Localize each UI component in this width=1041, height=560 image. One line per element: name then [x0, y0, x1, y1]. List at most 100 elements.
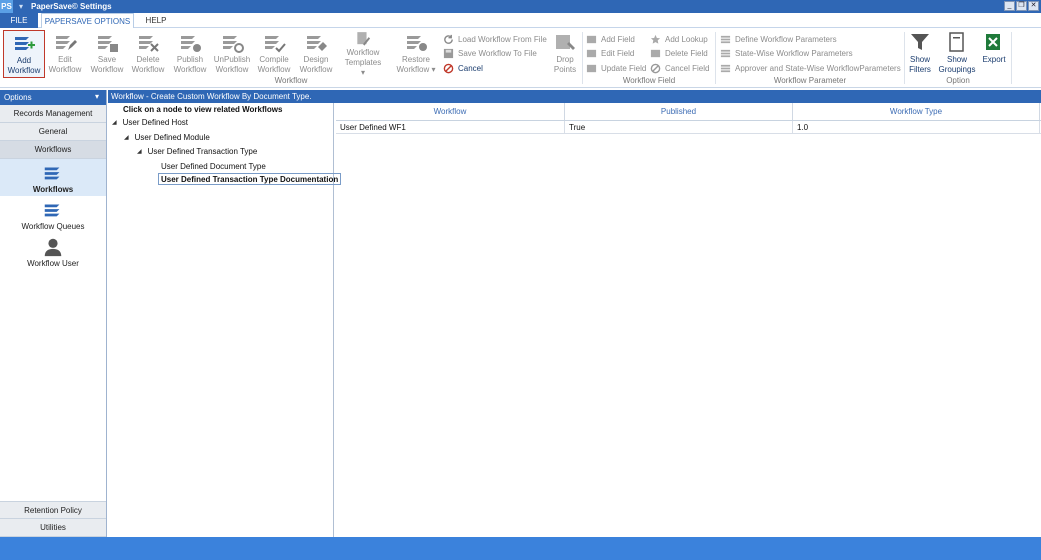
- nav-utilities[interactable]: Utilities: [0, 519, 106, 537]
- tree-node-module[interactable]: ◢ User Defined Module: [124, 131, 210, 143]
- nav-workflows[interactable]: Workflows: [0, 141, 106, 159]
- delete-workflow-button[interactable]: Delete Workflow: [127, 30, 169, 78]
- drop-points-button[interactable]: Drop Points: [544, 30, 586, 78]
- options-header: Options ▾: [0, 90, 106, 105]
- tree-hint: Click on a node to view related Workflow…: [123, 105, 283, 114]
- restore-button[interactable]: ❐: [1016, 1, 1027, 11]
- tree-node-transaction-type-documentation[interactable]: User Defined Transaction Type Documentat…: [158, 173, 342, 185]
- update-field-icon: [586, 64, 597, 72]
- define-workflow-parameters-button[interactable]: Define Workflow Parameters: [720, 32, 837, 46]
- menu-bar: FILE PAPERSAVE OPTIONS HELP: [0, 13, 1041, 29]
- unpublish-workflow-icon: [223, 36, 244, 53]
- add-workflow-button[interactable]: Add Workflow: [3, 30, 45, 78]
- add-workflow-icon: [15, 37, 35, 50]
- expand-arrow-icon[interactable]: ◢: [137, 148, 142, 155]
- document-type-tree: Click on a node to view related Workflow…: [108, 103, 342, 537]
- update-field-button[interactable]: Update Field: [586, 61, 646, 75]
- tab-help[interactable]: HELP: [137, 13, 175, 28]
- design-workflow-button[interactable]: Design Workflow: [295, 30, 337, 78]
- close-button[interactable]: ✕: [1028, 1, 1039, 11]
- add-lookup-button[interactable]: Add Lookup: [650, 32, 708, 46]
- publish-workflow-icon: [181, 36, 201, 52]
- cancel-field-button[interactable]: Cancel Field: [650, 61, 709, 75]
- cell-published[interactable]: True: [565, 121, 793, 133]
- save-workflow-icon: [98, 36, 118, 52]
- ribbon: Add Workflow Edit Workflow Save Workflow De…: [0, 28, 1041, 88]
- nav-general[interactable]: General: [0, 123, 106, 141]
- tab-papersave-options[interactable]: PAPERSAVE OPTIONS: [41, 13, 134, 29]
- show-groupings-button[interactable]: Show Groupings: [936, 30, 978, 78]
- filter-icon: [911, 34, 929, 50]
- tree-node-document-type[interactable]: User Defined Document Type: [161, 160, 266, 172]
- nav-records-management[interactable]: Records Management: [0, 105, 106, 123]
- table-row[interactable]: User Defined WF1 True 1.0: [336, 121, 1041, 134]
- pin-icon[interactable]: ▾: [95, 92, 99, 101]
- parameters-icon: [720, 49, 731, 57]
- show-filters-button[interactable]: Show Filters: [899, 30, 941, 78]
- drop-points-icon: [556, 35, 575, 50]
- delete-workflow-icon: [139, 36, 159, 52]
- compile-workflow-icon: [265, 36, 286, 53]
- edit-workflow-icon: [56, 36, 77, 50]
- cancel-icon: [650, 63, 661, 73]
- save-workflow-to-file-button[interactable]: Save Workflow To File: [443, 46, 537, 60]
- content-header: Workflow - Create Custom Workflow By Doc…: [108, 90, 1041, 103]
- refresh-icon: [444, 34, 453, 44]
- restore-workflow-icon: [407, 36, 427, 51]
- workflow-grid: Workflow Published Workflow Type User De…: [336, 103, 1041, 134]
- excel-export-icon: [986, 34, 1000, 50]
- add-field-icon: [586, 35, 597, 43]
- window-title: PaperSave© Settings: [31, 2, 112, 11]
- minimize-button[interactable]: _: [1004, 1, 1015, 11]
- edit-field-icon: [586, 49, 597, 57]
- column-header-workflow[interactable]: Workflow: [336, 103, 565, 120]
- unpublish-workflow-button[interactable]: UnPublish Workflow: [211, 30, 253, 78]
- edit-field-button[interactable]: Edit Field: [586, 46, 634, 60]
- restore-workflow-button[interactable]: Restore Workflow ▾: [395, 30, 437, 78]
- nav-retention-policy[interactable]: Retention Policy: [0, 501, 106, 519]
- compile-workflow-button[interactable]: Compile Workflow: [253, 30, 295, 78]
- group-separator: [1011, 32, 1012, 84]
- groupings-icon: [949, 32, 964, 52]
- delete-field-button[interactable]: Delete Field: [650, 46, 708, 60]
- column-header-published[interactable]: Published: [565, 103, 793, 120]
- app-icon: PS: [0, 0, 13, 13]
- cancel-icon: [443, 63, 454, 73]
- delete-field-icon: [650, 49, 661, 57]
- workflow-parameter-group-label: Workflow Parameter: [773, 76, 847, 85]
- cancel-button[interactable]: Cancel: [443, 61, 483, 75]
- workflow-queues-icon: [44, 204, 60, 217]
- tree-node-transaction-type[interactable]: ◢ User Defined Transaction Type: [137, 145, 257, 157]
- parameters-icon: [720, 64, 731, 72]
- add-field-button[interactable]: Add Field: [586, 32, 635, 46]
- parameters-icon: [720, 35, 731, 43]
- cell-workflow-type[interactable]: 1.0: [793, 121, 1040, 133]
- workflows-icon: [44, 167, 60, 180]
- design-workflow-icon: [307, 36, 327, 51]
- edit-workflow-button[interactable]: Edit Workflow: [44, 30, 86, 78]
- expand-arrow-icon[interactable]: ◢: [112, 119, 117, 126]
- title-bar: PS ▾ PaperSave© Settings _ ❐ ✕: [0, 0, 1041, 13]
- load-workflow-from-file-button[interactable]: Load Workflow From File: [443, 32, 547, 46]
- nav-item-workflow-queues[interactable]: Workflow Queues: [0, 196, 106, 233]
- publish-workflow-button[interactable]: Publish Workflow: [169, 30, 211, 78]
- nav-item-workflow-user[interactable]: Workflow User: [0, 233, 106, 270]
- workflow-group-label: Workflow: [274, 76, 308, 85]
- workflow-templates-button[interactable]: Workflow Templates ▾: [342, 30, 384, 78]
- approver-state-wise-parameters-button[interactable]: Approver and State-Wise WorkflowParamete…: [720, 61, 901, 75]
- tab-file[interactable]: FILE: [0, 13, 38, 28]
- grid-header: Workflow Published Workflow Type: [336, 103, 1041, 121]
- workflow-templates-icon: [357, 32, 371, 46]
- cell-workflow[interactable]: User Defined WF1: [336, 121, 565, 133]
- workflow-field-group-label: Workflow Field: [622, 76, 676, 85]
- floppy-icon: [443, 48, 454, 58]
- save-workflow-button[interactable]: Save Workflow: [86, 30, 128, 78]
- export-button[interactable]: Export: [973, 30, 1015, 78]
- column-header-workflow-type[interactable]: Workflow Type: [793, 103, 1040, 120]
- expand-arrow-icon[interactable]: ◢: [124, 134, 129, 141]
- quick-access-dropdown-icon[interactable]: ▾: [13, 2, 29, 11]
- tree-node-host[interactable]: ◢ User Defined Host: [112, 116, 188, 128]
- nav-item-workflows[interactable]: Workflows: [0, 159, 106, 196]
- status-bar: [0, 537, 1041, 560]
- state-wise-workflow-parameters-button[interactable]: State-Wise Workflow Parameters: [720, 46, 853, 60]
